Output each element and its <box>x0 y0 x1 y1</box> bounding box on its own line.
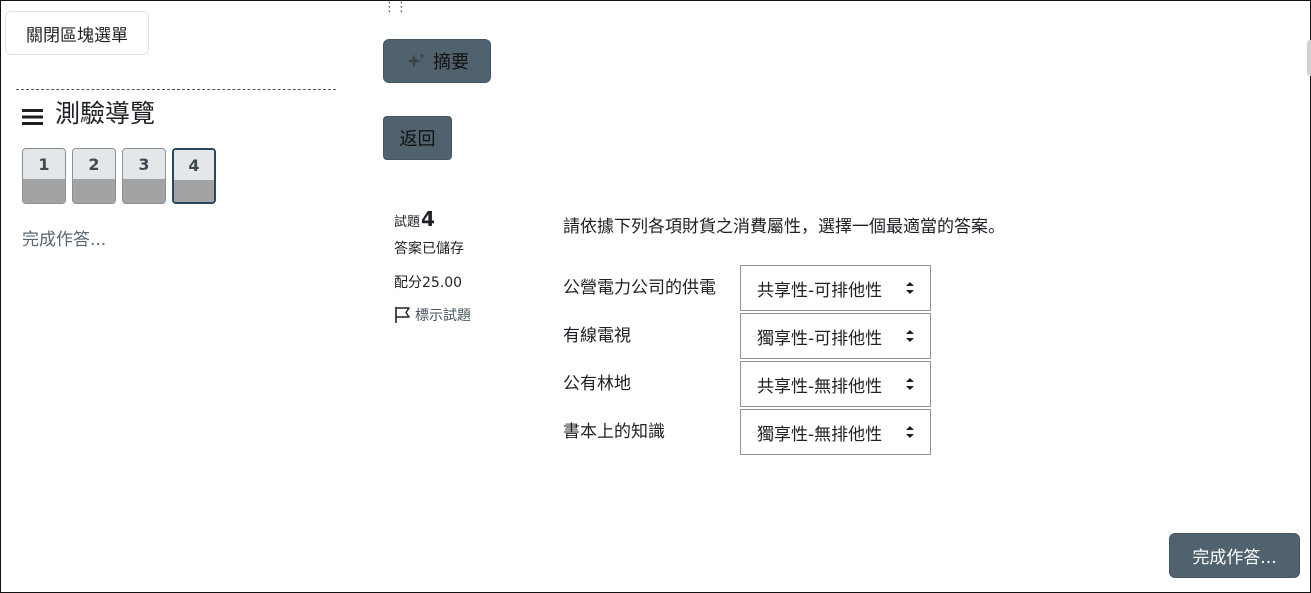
match-stem-label: 公有林地 <box>563 374 631 394</box>
quiz-nav-question-3[interactable]: 3 <box>122 148 166 204</box>
question-info: 試題 4 答案已儲存 配分25.00 標示試題 <box>394 202 544 325</box>
flag-icon <box>394 306 412 324</box>
back-button[interactable]: 返回 <box>383 116 452 160</box>
match-answer-select[interactable]: 共享性-可排他性 <box>740 265 931 311</box>
select-caret-icon <box>904 280 916 296</box>
quiz-nav-number: 4 <box>174 150 214 180</box>
quiz-navigation-title: 測驗導覽 <box>22 96 155 128</box>
summary-button[interactable]: 摘要 <box>383 39 491 83</box>
scrollbar-edge[interactable] <box>1307 40 1311 76</box>
quiz-nav-number: 2 <box>73 149 115 179</box>
question-number-label: 試題 <box>394 215 421 230</box>
question-state: 答案已儲存 <box>394 241 464 257</box>
select-caret-icon <box>904 376 916 392</box>
flag-question-link[interactable]: 標示試題 <box>394 305 544 325</box>
quiz-nav-buttons: 1 2 3 4 <box>22 148 222 204</box>
match-answer-select[interactable]: 獨享性-可排他性 <box>740 313 931 359</box>
select-caret-icon <box>904 328 916 344</box>
match-stem-label: 公營電力公司的供電 <box>563 278 716 298</box>
match-answer-select[interactable]: 獨享性-無排他性 <box>740 409 931 455</box>
answer-saved-indicator <box>73 179 115 203</box>
match-stem-label: 書本上的知識 <box>563 422 665 442</box>
question-text: 請依據下列各項財貨之消費屬性，選擇一個最適當的答案。 <box>563 217 1005 237</box>
sparkle-icon <box>405 52 427 70</box>
answer-saved-indicator <box>23 179 65 203</box>
answer-saved-indicator <box>174 180 214 202</box>
drag-handle-icon[interactable]: ⋮⋮ <box>383 1 408 14</box>
match-stem-label: 有線電視 <box>563 326 631 346</box>
match-row: 書本上的知識 獨享性-無排他性 <box>563 409 931 457</box>
finish-attempt-link[interactable]: 完成作答... <box>22 225 106 250</box>
flag-question-label: 標示試題 <box>415 308 471 324</box>
select-value: 共享性-可排他性 <box>757 280 883 301</box>
match-row: 公有林地 共享性-無排他性 <box>563 361 931 409</box>
drawer-divider <box>16 89 336 90</box>
finish-attempt-button[interactable]: 完成作答... <box>1169 533 1300 578</box>
quiz-nav-question-1[interactable]: 1 <box>22 148 66 204</box>
question-grade: 配分25.00 <box>394 275 463 291</box>
nav-title-text: 測驗導覽 <box>55 99 156 128</box>
quiz-nav-number: 3 <box>123 149 165 179</box>
close-block-drawer-button[interactable]: 關閉區塊選單 <box>5 11 149 55</box>
select-value: 獨享性-無排他性 <box>757 424 883 445</box>
quiz-nav-number: 1 <box>23 149 65 179</box>
select-value: 獨享性-可排他性 <box>757 328 883 349</box>
quiz-nav-question-2[interactable]: 2 <box>72 148 116 204</box>
hamburger-icon <box>22 103 43 125</box>
select-value: 共享性-無排他性 <box>757 376 883 397</box>
match-row: 有線電視 獨享性-可排他性 <box>563 313 931 361</box>
question-number: 試題 4 <box>394 202 544 230</box>
match-answer-select[interactable]: 共享性-無排他性 <box>740 361 931 407</box>
quiz-nav-question-4[interactable]: 4 <box>172 148 216 204</box>
summary-button-label: 摘要 <box>433 52 469 73</box>
answer-saved-indicator <box>123 179 165 203</box>
match-rows: 公營電力公司的供電 共享性-可排他性 有線電視 獨享性-可排他性 公有林地 共享… <box>563 265 931 457</box>
select-caret-icon <box>904 424 916 440</box>
match-row: 公營電力公司的供電 共享性-可排他性 <box>563 265 931 313</box>
question-number-value: 4 <box>421 207 435 231</box>
